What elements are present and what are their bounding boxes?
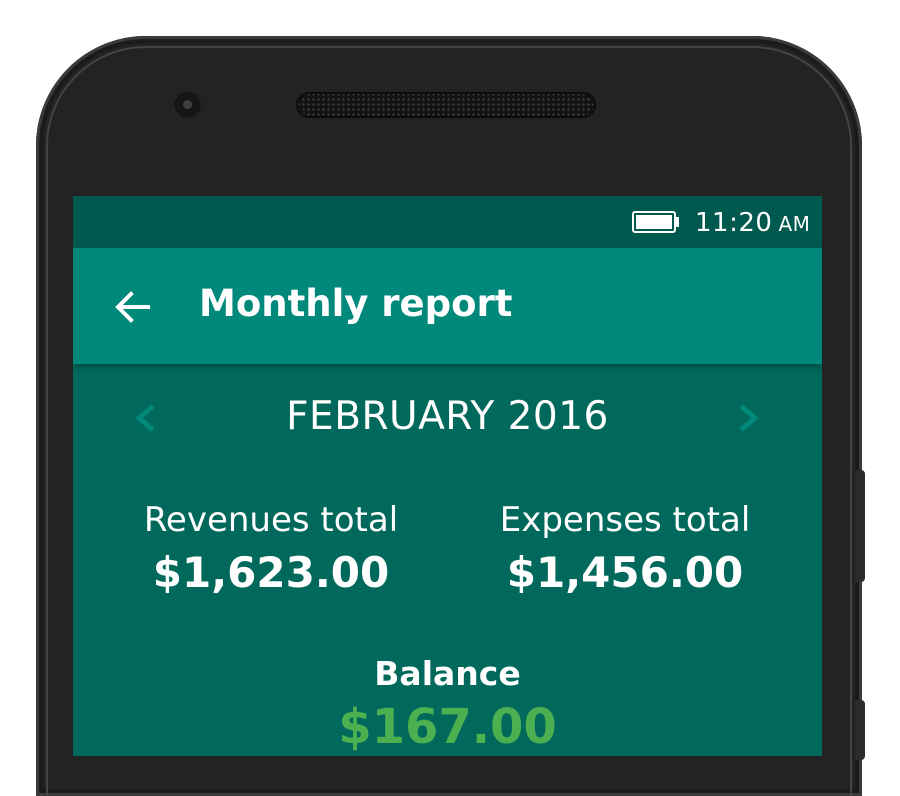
revenues-value: $1,623.00 [152, 548, 390, 597]
balance-value: $167.00 [338, 699, 557, 755]
volume-button [855, 700, 865, 760]
arrow-back-icon[interactable] [113, 287, 153, 327]
month-label: FEBRUARY 2016 [286, 394, 609, 439]
month-navigator: FEBRUARY 2016 [73, 376, 822, 456]
revenues-label: Revenues total [143, 500, 399, 540]
status-clock: 11:20 AM [695, 208, 810, 238]
expenses-label: Expenses total [499, 500, 751, 540]
status-time-value: 11:20 [695, 208, 773, 238]
earpiece-speaker [296, 92, 596, 118]
revenues-summary: Revenues total $1,623.00 [111, 500, 431, 597]
expenses-summary: Expenses total $1,456.00 [465, 500, 785, 597]
screen: 11:20 AM Monthly report FEBRUARY 2016 Rev… [73, 196, 822, 756]
app-bar: Monthly report [73, 248, 822, 364]
status-bar: 11:20 AM [73, 196, 822, 248]
expenses-value: $1,456.00 [506, 548, 744, 597]
page-title: Monthly report [199, 282, 513, 325]
front-camera [174, 91, 204, 121]
balance-summary: Balance $167.00 [73, 654, 822, 755]
battery-full-icon [632, 211, 680, 233]
chevron-right-icon[interactable] [735, 398, 763, 438]
balance-label: Balance [374, 654, 521, 693]
power-button [855, 470, 865, 582]
status-ampm: AM [778, 212, 811, 236]
